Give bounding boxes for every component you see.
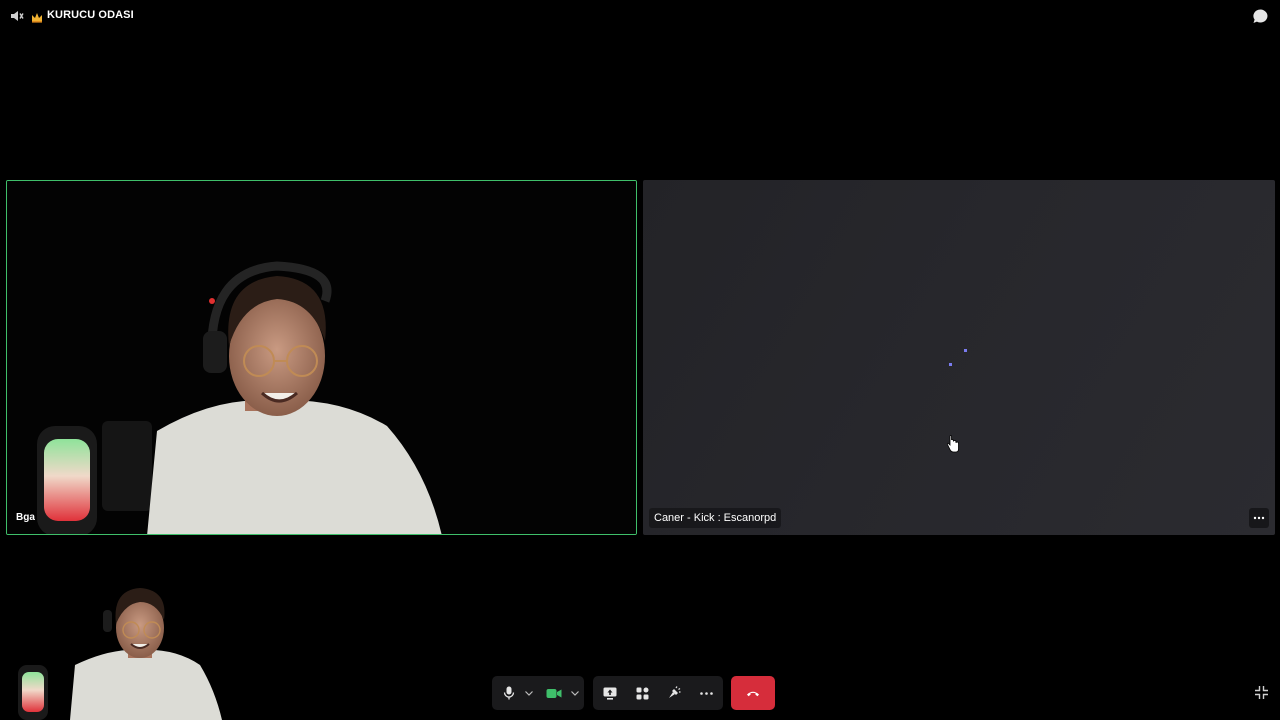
hand-cursor-icon [946, 435, 959, 453]
speaker-muted-icon[interactable] [9, 8, 25, 24]
more-icon [1253, 516, 1265, 520]
activities-icon [636, 687, 648, 699]
camera-options-button[interactable] [568, 676, 582, 710]
minimize-icon[interactable] [1254, 685, 1269, 700]
top-bar: KURUCU ODASI [0, 0, 1280, 32]
chevron-down-icon [571, 690, 579, 696]
loading-spinner-icon [949, 349, 967, 366]
hang-up-icon [747, 691, 759, 696]
chevron-down-icon [525, 690, 533, 696]
self-view-preview[interactable] [0, 580, 240, 720]
crown-icon [31, 10, 43, 23]
video-tile-caner[interactable]: Caner - Kick : Escanorpd [643, 180, 1275, 535]
room-title: KURUCU ODASI [47, 9, 134, 21]
audio-video-controls [492, 676, 584, 710]
microphone-button[interactable] [498, 676, 520, 710]
more-options-button[interactable] [693, 676, 719, 710]
participant-name: Caner - Kick : Escanorpd [649, 508, 782, 528]
participant-video [7, 181, 636, 534]
tile-more-button[interactable] [1249, 508, 1269, 528]
call-actions [593, 676, 723, 710]
chat-icon[interactable] [1252, 8, 1269, 25]
soundboard-icon [669, 686, 681, 698]
camera-icon [546, 688, 562, 698]
screen-share-icon [603, 687, 617, 700]
microphone-options-button[interactable] [522, 676, 536, 710]
participant-name: Bga [16, 512, 35, 523]
screen-share-button[interactable] [597, 676, 623, 710]
soundboard-button[interactable] [661, 676, 687, 710]
more-icon [699, 691, 713, 695]
self-view-video [0, 580, 240, 720]
video-tile-bga[interactable]: Bga [6, 180, 637, 535]
activities-button[interactable] [629, 676, 655, 710]
disconnect-button[interactable] [731, 676, 775, 710]
camera-button[interactable] [542, 676, 566, 710]
microphone-icon [503, 686, 515, 700]
